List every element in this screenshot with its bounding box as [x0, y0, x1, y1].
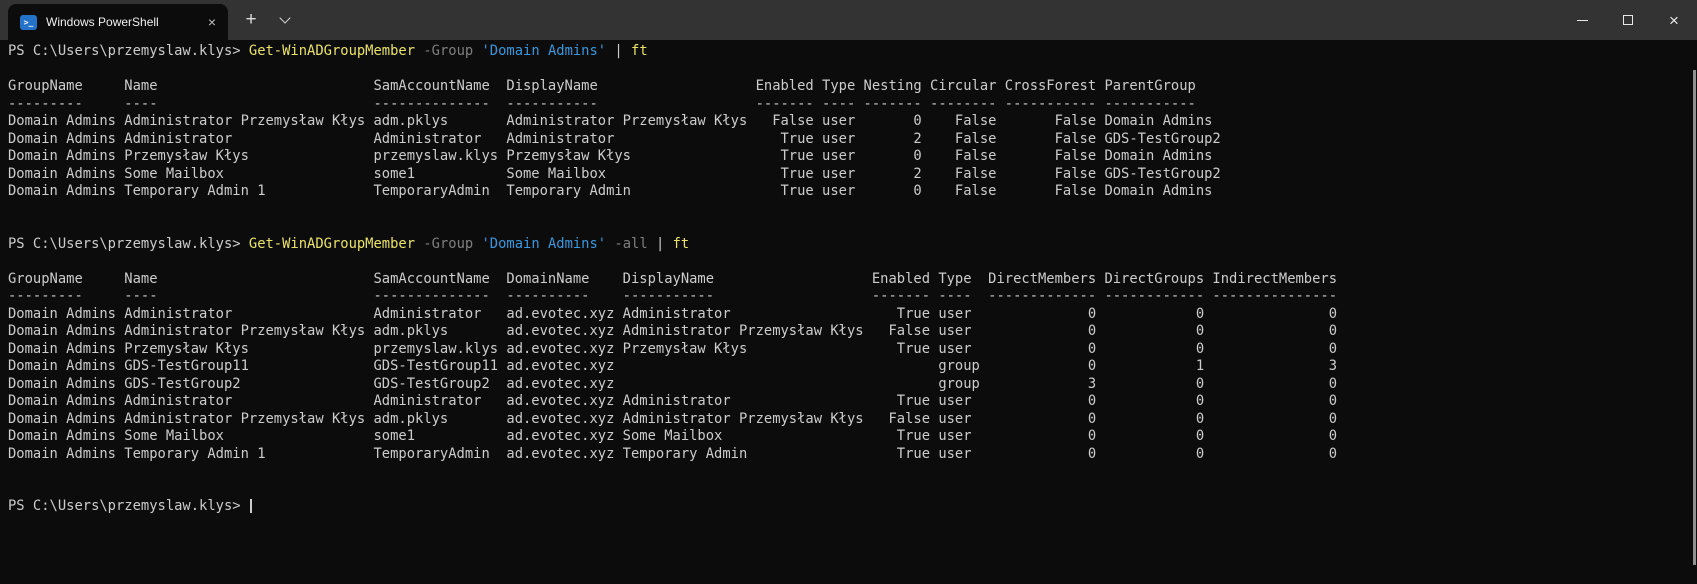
table-row: Domain Admins Temporary Admin 1 Temporar…	[8, 446, 1697, 464]
terminal-window: >_ Windows PowerShell × + × PS C:\Users\…	[0, 0, 1697, 584]
table-header-line: GroupName Name SamAccountName DisplayNam…	[8, 78, 1697, 96]
prompt-text: PS C:\Users\przemyslaw.klys>	[8, 498, 249, 514]
command-line-2: PS C:\Users\przemyslaw.klys> Get-WinADGr…	[8, 236, 1697, 254]
window-controls: ×	[1559, 0, 1697, 40]
minimize-icon	[1577, 20, 1588, 21]
command-line-1: PS C:\Users\przemyslaw.klys> Get-WinADGr…	[8, 43, 1697, 61]
close-icon: ×	[1669, 12, 1679, 29]
table-row: Domain Admins GDS-TestGroup11 GDS-TestGr…	[8, 358, 1697, 376]
command-segment-command: Get-WinADGroupMember	[249, 43, 415, 59]
close-button[interactable]: ×	[1651, 0, 1697, 40]
tab-windows-powershell[interactable]: >_ Windows PowerShell ×	[8, 4, 228, 40]
command-segment-command: Get-WinADGroupMember	[249, 236, 415, 252]
maximize-button[interactable]	[1605, 0, 1651, 40]
command-segment-default: |	[606, 43, 631, 59]
command-segment-default: |	[648, 236, 673, 252]
blank-line	[8, 253, 1697, 271]
blank-line	[8, 218, 1697, 236]
command-segment-parameter: -Group	[423, 43, 473, 59]
table-row: Domain Admins Administrator Administrato…	[8, 306, 1697, 324]
tab-close-icon[interactable]: ×	[204, 13, 220, 31]
new-tab-button[interactable]: +	[236, 0, 266, 40]
command-segment-parameter: -Group	[423, 236, 473, 252]
table-row: Domain Admins Administrator Administrato…	[8, 393, 1697, 411]
title-bar[interactable]: >_ Windows PowerShell × + ×	[0, 0, 1697, 40]
powershell-icon: >_	[20, 15, 37, 30]
table-row: Domain Admins Administrator Administrato…	[8, 131, 1697, 149]
table-divider-line: --------- ---- -------------- ----------…	[8, 96, 1697, 114]
tab-title: Windows PowerShell	[46, 15, 204, 29]
table-header-line: GroupName Name SamAccountName DomainName…	[8, 271, 1697, 289]
tab-dropdown-button[interactable]	[270, 0, 300, 40]
command-segment-command: ft	[673, 236, 690, 252]
table-row: Domain Admins Administrator Przemysław K…	[8, 323, 1697, 341]
command-segment-default: PS C:\Users\przemyslaw.klys>	[8, 236, 249, 252]
table-row: Domain Admins Przemysław Kłys przemyslaw…	[8, 341, 1697, 359]
maximize-icon	[1623, 15, 1633, 25]
table-row: Domain Admins Temporary Admin 1 Temporar…	[8, 183, 1697, 201]
chevron-down-icon	[279, 12, 290, 23]
table-row: Domain Admins GDS-TestGroup2 GDS-TestGro…	[8, 376, 1697, 394]
blank-line	[8, 463, 1697, 481]
command-segment-default: PS C:\Users\przemyslaw.klys>	[8, 43, 249, 59]
command-segment-default	[473, 236, 481, 252]
blank-line	[8, 481, 1697, 499]
text-cursor	[250, 499, 252, 513]
table-divider-line: --------- ---- -------------- ----------…	[8, 288, 1697, 306]
terminal-screen[interactable]: PS C:\Users\przemyslaw.klys> Get-WinADGr…	[0, 40, 1697, 516]
table-row: Domain Admins Administrator Przemysław K…	[8, 113, 1697, 131]
command-segment-command: ft	[631, 43, 648, 59]
blank-line	[8, 61, 1697, 79]
table-row: Domain Admins Administrator Przemysław K…	[8, 411, 1697, 429]
prompt-line: PS C:\Users\przemyslaw.klys>	[8, 498, 1697, 516]
command-segment-string: 'Domain Admins'	[482, 43, 607, 59]
table-row: Domain Admins Some Mailbox some1 Some Ma…	[8, 166, 1697, 184]
table-row: Domain Admins Some Mailbox some1 ad.evot…	[8, 428, 1697, 446]
command-segment-parameter: -all	[614, 236, 647, 252]
command-segment-string: 'Domain Admins'	[482, 236, 607, 252]
scrollbar-thumb[interactable]	[1693, 70, 1696, 565]
command-segment-default	[473, 43, 481, 59]
table-row: Domain Admins Przemysław Kłys przemyslaw…	[8, 148, 1697, 166]
minimize-button[interactable]	[1559, 0, 1605, 40]
blank-line	[8, 201, 1697, 219]
